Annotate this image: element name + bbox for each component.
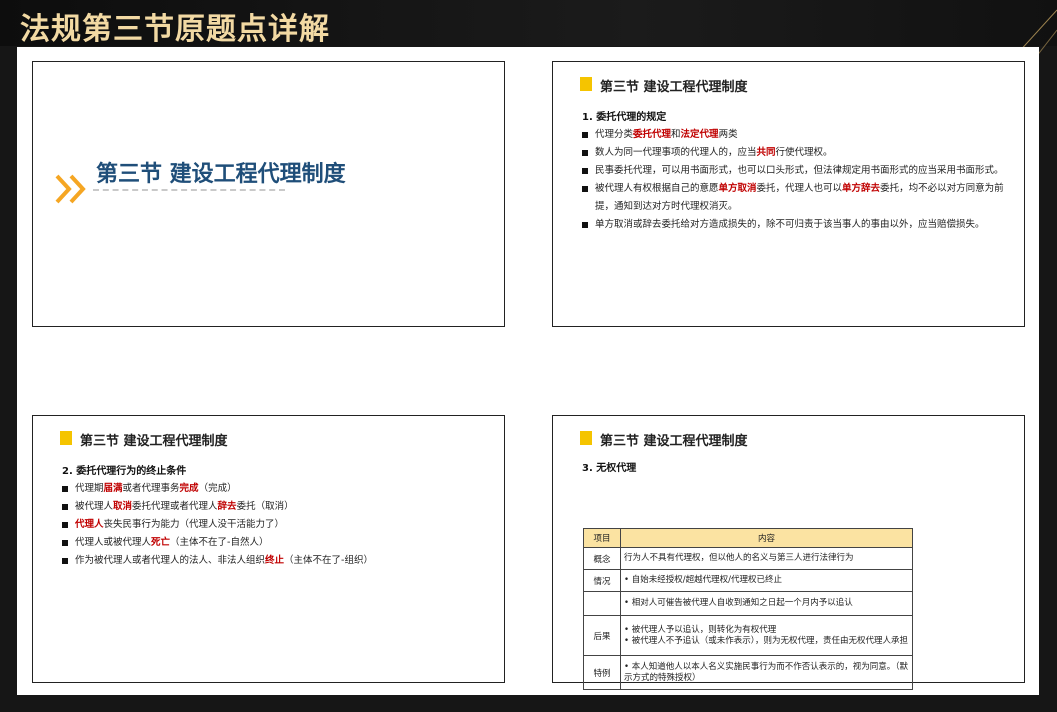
table-header-cell: 内容: [620, 528, 913, 548]
yellow-square-icon: [580, 431, 592, 445]
slide-termination-conditions: 第三节 建设工程代理制度 2. 委托代理行为的终止条件 代理期届满或者代理事务完…: [32, 415, 505, 683]
highlight-text: 委托代理: [633, 129, 672, 140]
double-chevron-icon: [55, 174, 86, 204]
bullet-text: 作为被代理人或者代理人的法人、非法人组织: [75, 555, 266, 567]
slide-entrusted-agency: 第三节 建设工程代理制度 1. 委托代理的规定 代理分类委托代理和法定代理两类 …: [552, 61, 1025, 327]
table-cell-value: • 本人知道他人以本人名义实施民事行为而不作否认表示的，视为同意。（默示方式的特…: [620, 655, 913, 690]
slide-header-text: 第三节 建设工程代理制度: [600, 80, 748, 95]
bullet-text: 单方取消或辞去委托给对方造成损失的，除不可归责于该当事人的事由以外，应当赔偿损失…: [595, 219, 985, 231]
bullet-item: 作为被代理人或者代理人的法人、非法人组织终止（主体不在了-组织）: [62, 552, 492, 570]
table-row: 特例 • 本人知道他人以本人名义实施民事行为而不作否认表示的，视为同意。（默示方…: [583, 655, 913, 690]
cell-line: 行为人不具有代理权，但以他人的名义与第三人进行法律行为: [624, 553, 854, 564]
slide1-title: 第三节 建设工程代理制度: [96, 162, 346, 187]
highlight-text: 届满: [103, 483, 123, 494]
bullet-text: 代理分类: [595, 129, 634, 140]
bullet-text: 被代理人有权根据自己的意愿: [595, 183, 719, 195]
slide-subtitle: 3. 无权代理: [582, 463, 637, 474]
bullet-text: 代理人或被代理人: [75, 537, 152, 549]
bullet-text: 被代理人: [75, 501, 114, 513]
bullet-item: 代理分类委托代理和法定代理两类: [582, 126, 1012, 144]
bullet-item: 民事委托代理，可以用书面形式，也可以口头形式，但法律规定用书面形式的应当采用书面…: [582, 162, 1012, 180]
bullet-text: 委托（取消）: [236, 501, 294, 513]
cell-line: • 被代理人不予追认（或未作表示），则为无权代理，责任由无权代理人承担: [624, 635, 908, 646]
bullet-item: 数人为同一代理事项的代理人的，应当共同行使代理权。: [582, 144, 1012, 162]
highlight-text: 取消: [113, 501, 133, 513]
bullet-item: 代理人或被代理人死亡（主体不在了-自然人）: [62, 534, 492, 552]
cell-line: • 本人知道他人以本人名义实施民事行为而不作否认表示的，视为同意。（默示方式的特…: [624, 662, 908, 683]
highlight-text: 死亡: [151, 537, 171, 549]
highlight-text: 单方取消: [718, 183, 757, 195]
table-row: 情况 • 自始未经授权/超越代理权/代理权已终止: [583, 569, 913, 592]
bullet-text: 行使代理权。: [775, 147, 833, 159]
highlight-text: 单方辞去: [842, 183, 881, 195]
table-cell-key: [583, 591, 621, 616]
table-cell-key: 特例: [583, 655, 621, 690]
yellow-square-icon: [60, 431, 72, 445]
highlight-text: 共同: [756, 147, 776, 159]
table-cell-key: 概念: [583, 547, 621, 570]
table-row: 后果 • 被代理人予以追认，则转化为有权代理 • 被代理人不予追认（或未作表示）…: [583, 615, 913, 656]
bullet-item: 被代理人有权根据自己的意愿单方取消委托，代理人也可以单方辞去委托，均不必以对方同…: [582, 180, 1012, 216]
bullet-text: 委托，代理人也可以: [756, 183, 843, 195]
bullet-text: 丧失民事行为能力（代理人没干活能力了）: [103, 519, 285, 531]
unauthorized-agency-table: 项目 内容 概念 行为人不具有代理权，但以他人的名义与第三人进行法律行为 情况 …: [583, 528, 913, 690]
table-header-row: 项目 内容: [583, 528, 913, 548]
slide-header-text: 第三节 建设工程代理制度: [80, 434, 228, 449]
cell-line: • 自始未经授权/超越代理权/代理权已终止: [624, 575, 782, 586]
cell-line: • 相对人可催告被代理人自收到通知之日起一个月内予以追认: [624, 598, 853, 609]
bullet-text: 委托代理或者代理人: [132, 501, 218, 513]
bullet-text: 数人为同一代理事项的代理人的，应当: [595, 147, 757, 159]
highlight-text: 完成: [179, 483, 199, 494]
slide-header-text: 第三节 建设工程代理制度: [600, 434, 748, 449]
bullet-list: 代理期届满或者代理事务完成（完成） 被代理人取消委托代理或者代理人辞去委托（取消…: [62, 480, 492, 570]
highlight-text: 法定代理: [680, 129, 719, 140]
slide-title: 第三节 建设工程代理制度: [32, 61, 505, 327]
cell-line: • 被代理人予以追认，则转化为有权代理: [624, 625, 777, 636]
bullet-list: 代理分类委托代理和法定代理两类 数人为同一代理事项的代理人的，应当共同行使代理权…: [582, 126, 1012, 234]
bullet-item: 代理期届满或者代理事务完成（完成）: [62, 480, 492, 498]
bullet-item: 单方取消或辞去委托给对方造成损失的，除不可归责于该当事人的事由以外，应当赔偿损失…: [582, 216, 1012, 234]
bullet-text: （主体不在了-组织）: [284, 555, 373, 567]
slide-subtitle: 2. 委托代理行为的终止条件: [62, 466, 187, 477]
slides-sheet: 第三节 建设工程代理制度 第三节 建设工程代理制度 1. 委托代理的规定 代理分…: [17, 47, 1039, 695]
bullet-text: 或者代理事务: [122, 483, 180, 494]
bullet-item: 被代理人取消委托代理或者代理人辞去委托（取消）: [62, 498, 492, 516]
table-cell-key: 情况: [583, 569, 621, 592]
bullet-item: 代理人丧失民事行为能力（代理人没干活能力了）: [62, 516, 492, 534]
table-row: 概念 行为人不具有代理权，但以他人的名义与第三人进行法律行为: [583, 547, 913, 570]
slide-subtitle: 1. 委托代理的规定: [582, 112, 667, 123]
bullet-text: 代理期: [75, 483, 104, 494]
table-cell-value: • 被代理人予以追认，则转化为有权代理 • 被代理人不予追认（或未作表示），则为…: [620, 615, 913, 656]
highlight-text: 代理人: [75, 519, 104, 531]
header-bar: 法规第三节原题点详解: [0, 0, 1057, 120]
table-cell-key: 后果: [583, 615, 621, 656]
table-cell-value: • 自始未经授权/超越代理权/代理权已终止: [620, 569, 913, 592]
yellow-square-icon: [580, 77, 592, 91]
table-header-cell: 项目: [583, 528, 621, 548]
bullet-text: （完成）: [198, 483, 237, 494]
slide-unauthorized-agency: 第三节 建设工程代理制度 3. 无权代理 项目 内容 概念 行为人不具有代理权，…: [552, 415, 1025, 690]
table-cell-value: 行为人不具有代理权，但以他人的名义与第三人进行法律行为: [620, 547, 913, 570]
bullet-text: 两类: [718, 129, 738, 140]
highlight-text: 终止: [265, 555, 285, 567]
page-title: 法规第三节原题点详解: [20, 12, 330, 47]
table-cell-value: • 相对人可催告被代理人自收到通知之日起一个月内予以追认: [620, 591, 913, 616]
bullet-text: 民事委托代理，可以用书面形式，也可以口头形式，但法律规定用书面形式的应当采用书面…: [595, 165, 1004, 177]
bullet-text: 和: [671, 129, 681, 140]
dashed-divider: [93, 189, 285, 191]
highlight-text: 辞去: [217, 501, 237, 513]
table-row: • 相对人可催告被代理人自收到通知之日起一个月内予以追认: [583, 591, 913, 616]
bullet-text: （主体不在了-自然人）: [170, 537, 269, 549]
